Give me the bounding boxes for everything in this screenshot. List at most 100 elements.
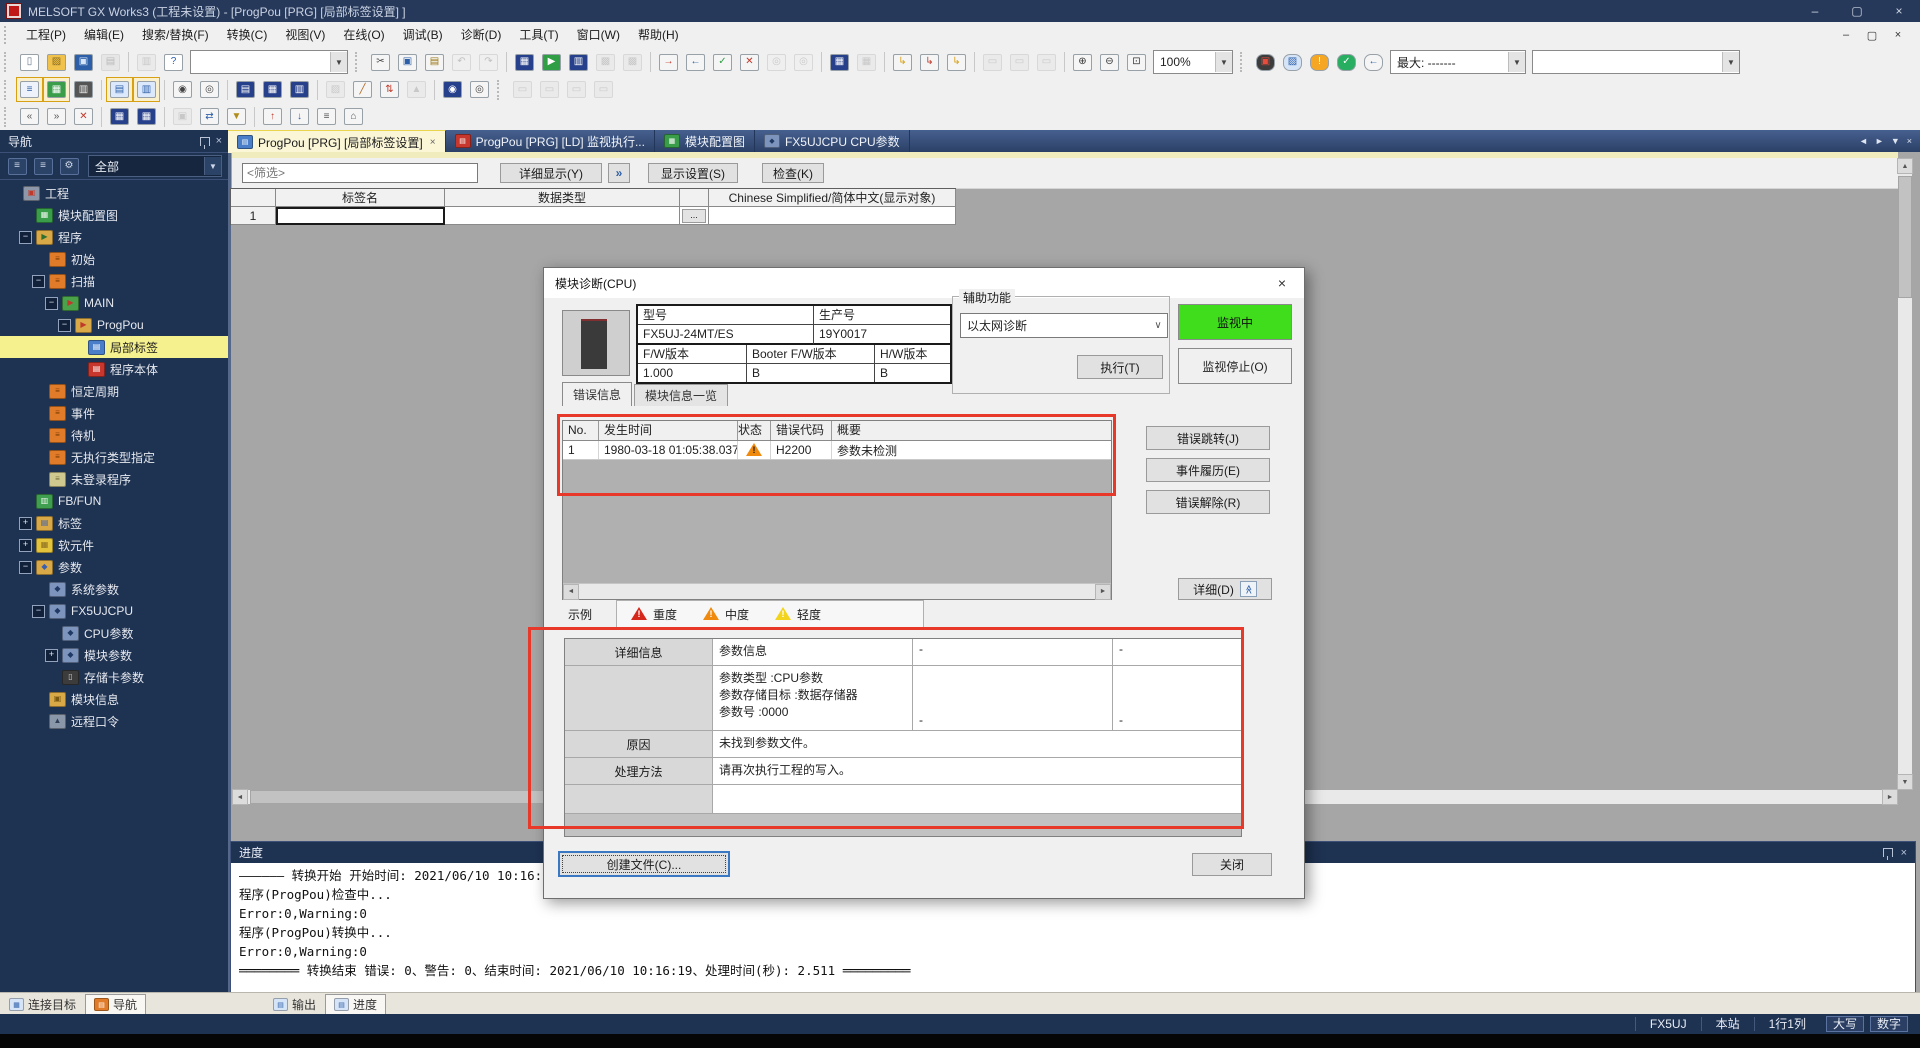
monitor-search2-icon[interactable]: ◎ xyxy=(790,50,817,75)
nav-item-event[interactable]: ≡ 事件 xyxy=(0,402,228,424)
new-project-icon[interactable]: ▯ xyxy=(16,50,43,75)
cross-reference-icon[interactable]: ⇄ xyxy=(196,104,223,129)
create-file-button[interactable]: 创建文件(C)... xyxy=(558,851,730,877)
tree-expander-icon[interactable]: + xyxy=(19,539,32,552)
nav-item-parameter[interactable]: − ◆ 参数 xyxy=(0,556,228,578)
nav-item-program[interactable]: − ▶ 程序 xyxy=(0,226,228,248)
window-switch-icon[interactable]: ▨ xyxy=(1279,50,1306,75)
nav-item-fx5ujcpu[interactable]: − ◆ FX5UJCPU xyxy=(0,600,228,622)
tab-progress[interactable]: ▤ 进度 xyxy=(325,994,386,1015)
write-to-plc-icon[interactable]: → xyxy=(655,50,682,75)
nav-item-module-parameter[interactable]: + ◆ 模块参数 xyxy=(0,644,228,666)
nav-item-main[interactable]: − ▶ MAIN xyxy=(0,292,228,314)
window-arrange-icon[interactable]: ▭ xyxy=(1033,50,1060,75)
nav-item-system-parameter[interactable]: ◆ 系统参数 xyxy=(0,578,228,600)
child-minimize-button[interactable]: – xyxy=(1834,26,1858,44)
ok-return-icon[interactable]: ← xyxy=(1360,50,1387,75)
redo-icon[interactable]: ↷ xyxy=(475,50,502,75)
remote-operation-icon[interactable]: ✕ xyxy=(736,50,763,75)
module-configuration-icon[interactable]: ▦ xyxy=(43,77,70,102)
tab-scroll-right-icon[interactable]: ► xyxy=(1875,136,1884,146)
filter-input[interactable] xyxy=(242,163,478,183)
check-button[interactable]: 检查(K) xyxy=(762,163,824,183)
print-icon[interactable]: ▤ xyxy=(97,50,124,75)
paste-icon[interactable]: ▤ xyxy=(421,50,448,75)
pin-icon[interactable] xyxy=(1883,848,1893,857)
nav-item-fb-fun[interactable]: ▥ FB/FUN xyxy=(0,490,228,512)
watchdog-max-combobox[interactable]: 最大: ------- ▼ xyxy=(1390,50,1526,74)
watch-window2-icon[interactable]: ▦ xyxy=(853,50,880,75)
tree-collapse-icon[interactable]: ≡ xyxy=(30,155,56,178)
navigation-window-icon[interactable]: ≡ xyxy=(16,77,43,102)
scrollbar-thumb[interactable] xyxy=(1898,176,1912,298)
device-check-icon[interactable]: ▣ xyxy=(169,104,196,129)
grid-header-language[interactable]: Chinese Simplified/简体中文(显示对象) xyxy=(709,189,956,207)
grid-header-label-name[interactable]: 标签名 xyxy=(276,189,445,207)
nav-item-no-execution-type[interactable]: ≡ 无执行类型指定 xyxy=(0,446,228,468)
nav-item-scan[interactable]: − ≡ 扫描 xyxy=(0,270,228,292)
tab-connection-destination[interactable]: ▦ 连接目标 xyxy=(0,994,85,1015)
zoom-fit-icon[interactable]: ⊡ xyxy=(1123,50,1150,75)
read-from-plc-icon[interactable]: ← xyxy=(682,50,709,75)
screen-capture-icon[interactable]: ▣ xyxy=(1252,50,1279,75)
child-restore-button[interactable]: ▢ xyxy=(1860,26,1884,44)
event-history-button[interactable]: 事件履历(E) xyxy=(1146,458,1270,482)
save-project-icon[interactable]: ▣ xyxy=(70,50,97,75)
menu-item[interactable]: 搜索/替换(F) xyxy=(133,24,218,46)
error-jump-button[interactable]: 错误跳转(J) xyxy=(1146,426,1270,450)
window-tile-icon[interactable]: ▭ xyxy=(1006,50,1033,75)
scroll-left-icon[interactable]: ◄ xyxy=(232,789,248,805)
pin-icon[interactable] xyxy=(200,137,210,146)
open-project-icon[interactable]: ▨ xyxy=(43,50,70,75)
monitor-search-icon[interactable]: ◎ xyxy=(763,50,790,75)
tab-scroll-left-icon[interactable]: ◄ xyxy=(1859,136,1868,146)
tree-filter-combobox[interactable]: 全部 ▼ xyxy=(88,155,222,177)
grid-header-mini[interactable] xyxy=(680,189,709,207)
device-batch-icon[interactable]: ▥ xyxy=(565,50,592,75)
auxiliary-function-combobox[interactable]: 以太网诊断 ∨ xyxy=(960,313,1168,338)
tree-expander-icon[interactable]: − xyxy=(19,561,32,574)
menu-item[interactable]: 窗口(W) xyxy=(568,24,629,46)
chevron-down-icon[interactable]: ▼ xyxy=(1722,52,1739,72)
tab-output[interactable]: ▤ 输出 xyxy=(264,994,325,1015)
list-options-icon[interactable]: ≡ xyxy=(313,104,340,129)
zoom-level-combobox[interactable]: 100% ▼ xyxy=(1153,50,1233,74)
scroll-left-icon[interactable]: ◄ xyxy=(563,584,579,600)
monitoring-status-button[interactable]: 监视中 xyxy=(1178,304,1292,340)
tree-expander-icon[interactable]: − xyxy=(45,297,58,310)
error-header-summary[interactable]: 概要 xyxy=(832,421,1111,440)
device-buffer2-icon[interactable]: ▩ xyxy=(619,50,646,75)
tree-expander-icon[interactable]: − xyxy=(19,231,32,244)
scroll-right-icon[interactable]: ► xyxy=(1095,584,1111,600)
delete-block-icon[interactable]: ✕ xyxy=(70,104,97,129)
nav-item-device[interactable]: + ▦ 软元件 xyxy=(0,534,228,556)
grid-corner-cell[interactable] xyxy=(231,189,276,207)
nav-item-initial[interactable]: ≡ 初始 xyxy=(0,248,228,270)
nav-item-project[interactable]: ▣ 工程 xyxy=(0,182,228,204)
zoom-in-icon[interactable]: ⊕ xyxy=(1069,50,1096,75)
settings-gear-icon[interactable]: ⚙ xyxy=(56,155,82,178)
tab-navigation[interactable]: ▤ 导航 xyxy=(85,994,146,1015)
error-table-scrollbar[interactable]: ◄ ► xyxy=(563,583,1111,599)
error-warning-icon[interactable]: ! xyxy=(1306,50,1333,75)
step-run-icon[interactable]: ↳ xyxy=(889,50,916,75)
window-cascade-icon[interactable]: ▭ xyxy=(979,50,1006,75)
verify-icon[interactable]: ✓ xyxy=(709,50,736,75)
grid-header-data-type[interactable]: 数据类型 xyxy=(445,189,680,207)
expand-button[interactable]: » xyxy=(608,163,630,183)
run-mode-icon[interactable]: ▲ xyxy=(403,77,430,102)
menu-item[interactable]: 诊断(D) xyxy=(452,24,511,46)
tab-progpou-local-label[interactable]: ▤ ProgPou [PRG] [局部标签设置] × xyxy=(228,130,446,153)
close-panel-icon[interactable]: × xyxy=(216,135,222,147)
scroll-down-icon[interactable]: ▼ xyxy=(1897,774,1913,790)
error-header-code[interactable]: 错误代码 xyxy=(771,421,832,440)
tab-close-icon[interactable]: × xyxy=(430,137,436,148)
row-number-cell[interactable]: 1 xyxy=(231,207,276,225)
label-name-cell[interactable] xyxy=(276,207,445,225)
scroll-right-icon[interactable]: ► xyxy=(1882,789,1898,805)
step-break-icon[interactable]: ↳ xyxy=(916,50,943,75)
dialog-tab-module-information[interactable]: 模块信息一览 xyxy=(634,384,728,406)
find-replace-icon[interactable]: ◎ xyxy=(196,77,223,102)
search-zoom-icon[interactable]: ◎ xyxy=(466,77,493,102)
menu-item[interactable]: 工具(T) xyxy=(510,24,567,46)
